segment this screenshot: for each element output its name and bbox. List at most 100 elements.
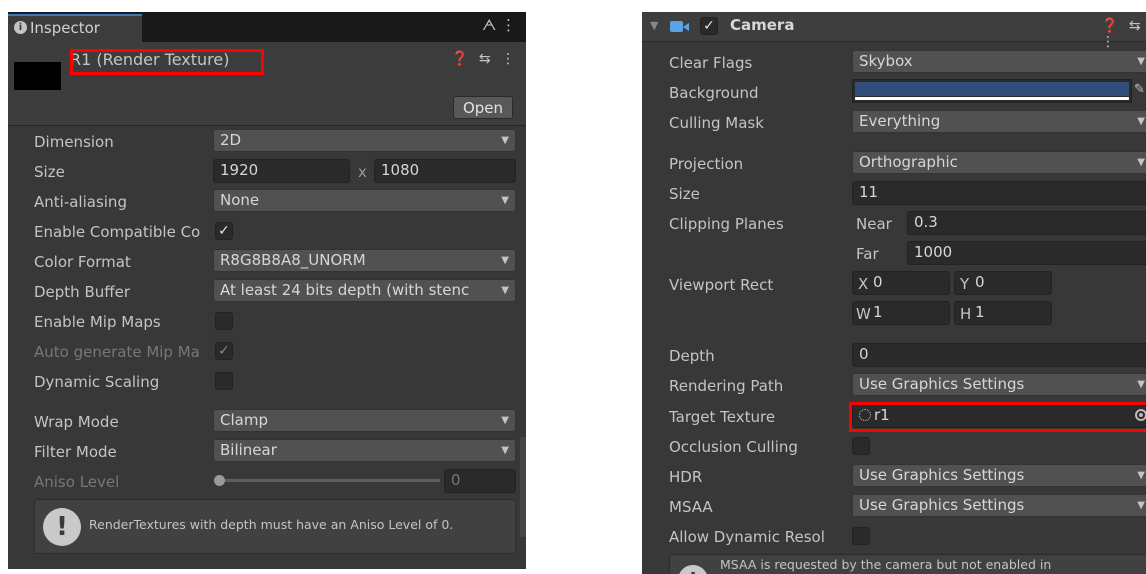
color-format-dropdown[interactable]: R8G8B8A8_UNORM ▼	[213, 249, 516, 272]
msaa-label: MSAA	[669, 498, 713, 516]
texture-thumbnail	[14, 62, 61, 90]
camera-lens-icon	[683, 23, 689, 31]
color-format-label: Color Format	[34, 253, 131, 271]
tab-inspector[interactable]: i Inspector	[8, 14, 142, 42]
size-x-separator: x	[358, 163, 367, 181]
occlusion-culling-checkbox[interactable]	[852, 437, 870, 455]
scrollbar[interactable]	[520, 437, 526, 537]
hdr-label: HDR	[669, 468, 703, 486]
hdr-value: Use Graphics Settings	[859, 466, 1025, 484]
clipping-planes-label: Clipping Planes	[669, 215, 784, 233]
background-color-field[interactable]	[852, 79, 1132, 103]
aniso-level-slider-track	[218, 479, 440, 482]
camera-enabled-checkbox[interactable]: ✓	[700, 17, 718, 35]
auto-generate-mip-checkbox: ✓	[215, 342, 233, 360]
viewport-x-value: 0	[873, 273, 883, 291]
size-field[interactable]: 11	[852, 181, 1146, 205]
viewport-h-label: H	[960, 305, 972, 323]
foldout-arrow-icon[interactable]: ▼	[650, 19, 658, 32]
depth-buffer-value: At least 24 bits depth (with stenc	[220, 281, 470, 299]
open-button[interactable]: Open	[453, 96, 513, 119]
background-color-swatch	[855, 82, 1129, 96]
occlusion-culling-label: Occlusion Culling	[669, 438, 798, 456]
dropdown-arrow-icon: ▼	[501, 135, 509, 146]
dropdown-arrow-icon: ▼	[1137, 56, 1145, 67]
dimension-value: 2D	[220, 131, 242, 149]
dimension-label: Dimension	[34, 133, 114, 151]
clear-flags-label: Clear Flags	[669, 54, 753, 72]
inspector-tabbar: i Inspector ᗅ ⋮	[8, 12, 526, 42]
msaa-dropdown[interactable]: Use Graphics Settings ▼	[852, 494, 1146, 517]
target-texture-label: Target Texture	[669, 408, 776, 426]
dimension-dropdown[interactable]: 2D ▼	[213, 129, 516, 152]
projection-label: Projection	[669, 155, 744, 173]
dropdown-arrow-icon: ▼	[1137, 379, 1145, 390]
near-field[interactable]: 0.3	[907, 211, 1146, 235]
viewport-x-label: X	[858, 275, 869, 293]
asset-header: R1 (Render Texture) ❓ ⇆ ⋮ Open	[8, 42, 526, 125]
anti-aliasing-value: None	[220, 191, 260, 209]
near-label: Near	[856, 215, 892, 233]
highlight-box	[70, 49, 264, 75]
depth-buffer-dropdown[interactable]: At least 24 bits depth (with stenc ▼	[213, 279, 516, 302]
camera-component-panel: ▼ ✓ Camera ❓ ⇆ ⋮ Clear Flags Skybox ▼ Bac…	[642, 12, 1146, 574]
depth-buffer-label: Depth Buffer	[34, 283, 130, 301]
help-settings-menu-icon[interactable]: ❓ ⇆ ⋮	[1101, 18, 1146, 50]
depth-field[interactable]: 0	[852, 343, 1146, 367]
enable-compatible-label: Enable Compatible Co	[34, 223, 201, 241]
lock-and-menu-icon[interactable]: ᗅ ⋮	[482, 16, 516, 34]
far-field[interactable]: 1000	[907, 241, 1146, 265]
projection-value: Orthographic	[859, 153, 958, 171]
size-label: Size	[34, 163, 65, 181]
aniso-level-field: 0	[444, 469, 516, 493]
clear-flags-value: Skybox	[859, 52, 913, 70]
anti-aliasing-dropdown[interactable]: None ▼	[213, 189, 516, 212]
projection-dropdown[interactable]: Orthographic ▼	[852, 151, 1146, 174]
filter-mode-dropdown[interactable]: Bilinear ▼	[213, 439, 516, 462]
dropdown-arrow-icon: ▼	[501, 195, 509, 206]
enable-compatible-checkbox[interactable]: ✓	[215, 222, 233, 240]
warning-icon: !	[43, 508, 81, 546]
hdr-dropdown[interactable]: Use Graphics Settings ▼	[852, 464, 1146, 487]
wrap-mode-dropdown[interactable]: Clamp ▼	[213, 409, 516, 432]
camera-header: ▼ ✓ Camera ❓ ⇆ ⋮	[642, 12, 1146, 50]
clear-flags-dropdown[interactable]: Skybox ▼	[852, 50, 1146, 73]
viewport-rect-label: Viewport Rect	[669, 276, 774, 294]
header-divider	[8, 125, 526, 126]
tab-label: Inspector	[30, 19, 100, 37]
enable-mip-maps-checkbox[interactable]	[215, 312, 233, 330]
component-title: Camera	[730, 16, 795, 34]
aniso-level-label: Aniso Level	[34, 473, 120, 491]
alpha-bar	[855, 97, 1129, 100]
msaa-value: Use Graphics Settings	[859, 496, 1025, 514]
inspector-panel: i Inspector ᗅ ⋮ R1 (Render Texture) ❓ ⇆ …	[8, 12, 526, 569]
size-height-field[interactable]: 1080	[374, 159, 516, 183]
camera-icon	[670, 21, 683, 32]
viewport-y-value: 0	[975, 273, 985, 291]
wrap-mode-value: Clamp	[220, 411, 268, 429]
depth-label: Depth	[669, 347, 715, 365]
culling-mask-dropdown[interactable]: Everything ▼	[852, 110, 1146, 133]
rendering-path-dropdown[interactable]: Use Graphics Settings ▼	[852, 373, 1146, 396]
auto-generate-mip-label: Auto generate Mip Ma	[34, 343, 200, 361]
allow-dynamic-checkbox[interactable]	[852, 527, 870, 545]
eyedropper-icon[interactable]: ✎	[1134, 82, 1145, 97]
info-icon: i	[14, 21, 27, 34]
enable-mip-maps-label: Enable Mip Maps	[34, 313, 161, 331]
anti-aliasing-label: Anti-aliasing	[34, 193, 127, 211]
dynamic-scaling-checkbox[interactable]	[215, 372, 233, 390]
size-label: Size	[669, 185, 700, 203]
culling-mask-label: Culling Mask	[669, 114, 764, 132]
size-width-field[interactable]: 1920	[213, 159, 350, 183]
dropdown-arrow-icon: ▼	[501, 285, 509, 296]
rendering-path-value: Use Graphics Settings	[859, 375, 1025, 393]
dropdown-arrow-icon: ▼	[501, 415, 509, 426]
dropdown-arrow-icon: ▼	[1137, 157, 1145, 168]
help-settings-menu-icon[interactable]: ❓ ⇆ ⋮	[451, 51, 518, 67]
dropdown-arrow-icon: ▼	[1137, 470, 1145, 481]
rendering-path-label: Rendering Path	[669, 377, 784, 395]
warning-icon: !	[678, 565, 708, 574]
help-message: RenderTextures with depth must have an A…	[89, 517, 454, 532]
filter-mode-value: Bilinear	[220, 441, 277, 459]
viewport-w-label: W	[856, 305, 871, 323]
